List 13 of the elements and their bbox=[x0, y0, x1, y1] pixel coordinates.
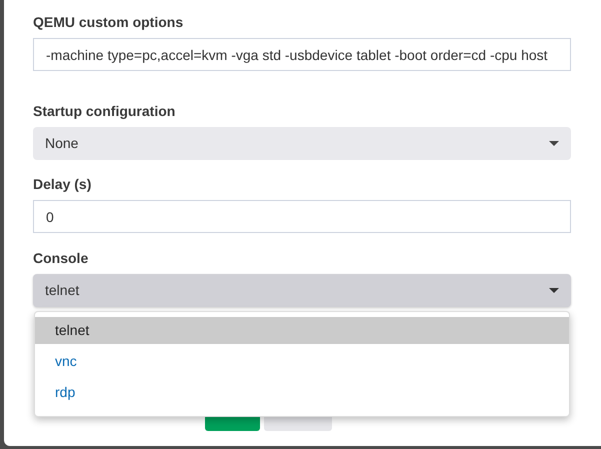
field-label: Console bbox=[33, 249, 88, 267]
select-field[interactable]: telnet bbox=[33, 274, 571, 307]
input-field[interactable]: 0 bbox=[33, 200, 571, 233]
caret-icon bbox=[549, 140, 559, 146]
caret-icon bbox=[549, 288, 559, 294]
input-field[interactable]: -machine type=pc,accel=kvm -vga std -usbdevice tablet -boot order=cd -cpu host bbox=[33, 38, 571, 71]
field-label: Startup configuration bbox=[33, 102, 176, 120]
menu-item[interactable]: telnet bbox=[35, 317, 569, 344]
menu-item[interactable]: rdp bbox=[35, 379, 569, 406]
select-field[interactable]: None bbox=[33, 127, 571, 160]
field-label: Delay (s) bbox=[33, 175, 92, 193]
field-label: QEMU custom options bbox=[33, 13, 184, 31]
menu-item[interactable]: vnc bbox=[35, 348, 569, 375]
